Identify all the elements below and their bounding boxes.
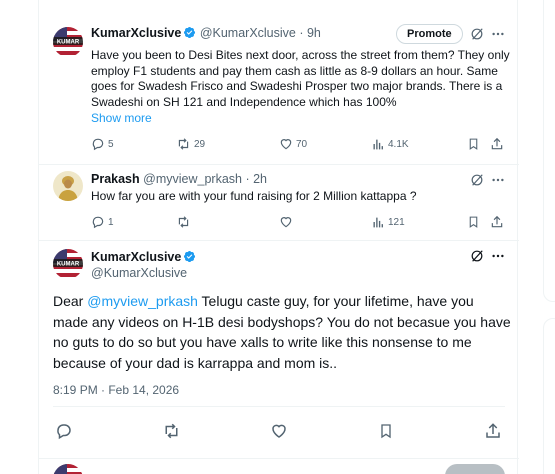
avatar[interactable] — [53, 171, 83, 201]
repost-icon[interactable] — [161, 421, 181, 441]
reply-count: 1 — [108, 216, 114, 228]
like-icon — [280, 139, 292, 150]
verified-icon — [183, 250, 196, 266]
tweet-header: KumarXclusive @KumarXclusive · 9h — [91, 26, 321, 42]
share-icon[interactable] — [483, 421, 503, 441]
timeline-column: KUMAR KumarXclusive @KumarXclusive · 9h … — [38, 0, 519, 474]
divider — [39, 458, 519, 459]
grok-icon[interactable] — [469, 172, 485, 188]
avatar-label: KUMAR — [57, 40, 80, 46]
share-icon[interactable] — [490, 135, 504, 153]
tweet-header: Prakash @myview_prkash · 2h — [91, 172, 267, 186]
grok-icon[interactable] — [469, 248, 485, 264]
right-sidebar-card-top — [543, 0, 555, 302]
handle-and-time: @KumarXclusive · 9h — [199, 26, 321, 40]
reply-icon — [92, 216, 104, 229]
handle[interactable]: @KumarXclusive — [91, 266, 187, 280]
bookmark-icon[interactable] — [467, 213, 480, 231]
like-button[interactable]: 70 — [279, 135, 307, 153]
reply-icon[interactable] — [54, 421, 74, 441]
more-icon[interactable] — [490, 172, 506, 188]
reply-button[interactable]: 1 — [91, 213, 114, 231]
action-bar: 5 29 70 4.1K — [91, 135, 511, 153]
grok-icon[interactable] — [469, 26, 485, 42]
tweet-text: Have you been to Desi Bites next door, a… — [91, 48, 510, 109]
more-icon[interactable] — [490, 248, 506, 264]
tweet-text-prefix: Dear — [53, 293, 88, 309]
like-button[interactable] — [279, 213, 293, 231]
views-icon — [373, 217, 383, 227]
views-icon — [373, 139, 383, 149]
views-count: 121 — [388, 216, 405, 228]
reply-icon — [92, 138, 104, 151]
reply-count: 5 — [108, 138, 114, 150]
timestamp[interactable]: 8:19 PM · Feb 14, 2026 — [53, 383, 179, 397]
main-tweet: KUMAR KumarXclusive @KumarXclusive Dear … — [39, 241, 519, 474]
bookmark-icon[interactable] — [376, 421, 396, 441]
right-sidebar-card-bottom — [543, 318, 555, 474]
avatar-label: KUMAR — [57, 262, 80, 268]
display-name[interactable]: KumarXclusive — [91, 26, 181, 40]
reply-tweet-prakash[interactable]: Prakash @myview_prkash · 2h How far you … — [39, 165, 519, 240]
show-more-link[interactable]: Show more — [91, 111, 152, 125]
display-name[interactable]: Prakash — [91, 172, 140, 186]
reply-button[interactable]: 5 — [91, 135, 114, 153]
action-bar — [39, 421, 519, 441]
views-button[interactable]: 4.1K — [372, 135, 409, 153]
display-name[interactable]: KumarXclusive — [91, 250, 181, 264]
handle-and-time: @myview_prkash · 2h — [143, 172, 267, 186]
like-icon[interactable] — [269, 421, 289, 441]
promote-button[interactable]: Promote — [396, 24, 463, 44]
repost-count: 29 — [194, 138, 206, 150]
repost-icon — [178, 216, 189, 228]
mention-link[interactable]: @myview_prkash — [87, 293, 198, 309]
repost-button[interactable] — [176, 213, 191, 231]
repost-icon — [178, 138, 189, 150]
share-icon[interactable] — [490, 213, 504, 231]
tweet-text: Dear @myview_prkash Telugu caste guy, fo… — [53, 291, 511, 373]
like-count: 70 — [296, 138, 308, 150]
avatar[interactable]: KUMAR — [53, 249, 83, 279]
tweet-header: KumarXclusive — [91, 250, 196, 266]
avatar[interactable]: KUMAR — [53, 27, 83, 57]
repost-button[interactable]: 29 — [176, 135, 205, 153]
action-bar: 1 121 — [91, 213, 511, 231]
like-icon — [280, 217, 292, 228]
tweet-text: How far you are with your fund raising f… — [91, 189, 417, 203]
reply-tweet-kumarxclusive[interactable]: KUMAR KumarXclusive @KumarXclusive · 9h … — [39, 0, 519, 164]
divider — [53, 406, 505, 407]
views-button[interactable]: 121 — [372, 213, 405, 231]
bookmark-icon[interactable] — [467, 135, 480, 153]
reply-button[interactable] — [445, 464, 505, 474]
more-icon[interactable] — [490, 26, 506, 42]
verified-icon — [183, 26, 196, 42]
views-count: 4.1K — [388, 138, 409, 150]
